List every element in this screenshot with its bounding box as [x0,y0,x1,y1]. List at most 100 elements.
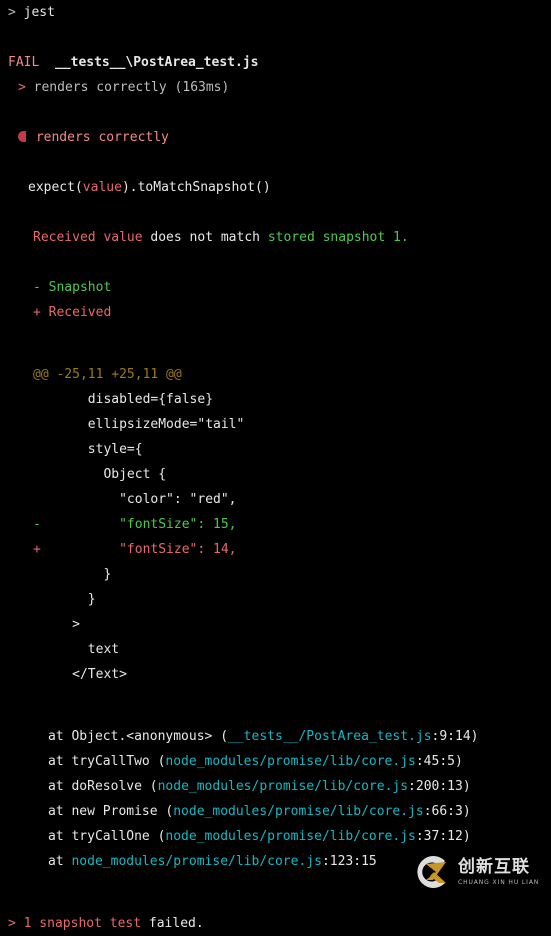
stack-function: new Promise [71,804,166,819]
stack-location: :9:14 [431,729,471,744]
assertion-line: expect(value).toMatchSnapshot() [0,175,551,200]
diff-line: } [0,587,551,612]
stack-at-keyword: at [48,854,72,869]
test-result-line: > renders correctly (163ms) [0,75,551,100]
diff-text: Object { [40,467,167,482]
diff-marker [33,417,41,432]
bullet-gap [28,130,36,145]
stack-location: :123:15 [321,854,377,869]
mismatch-middle: does not match [142,230,268,245]
summary-gap-2 [141,916,149,931]
stack-location: :66:3 [423,804,463,819]
mismatch-stored-label: stored snapshot 1. [267,230,409,245]
assertion-suffix: ).toMatchSnapshot() [121,180,271,195]
diff-marker: - [33,517,41,532]
summary-count: 1 snapshot test [23,916,142,931]
diff-line: } [0,562,551,587]
diff-text: disabled={false} [40,392,214,407]
diff-text: "fontSize": 15, [40,517,237,532]
diff-text: text [40,642,120,657]
test-arrow-icon: > [18,80,26,95]
stack-paren-open: ( [149,779,158,794]
diff-text: ellipsizeMode="tail" [40,417,245,432]
stack-paren-close: ) [455,754,463,769]
summary-arrow-icon: > [8,916,16,931]
diff-marker: + [33,542,41,557]
stack-at-keyword: at [48,829,72,844]
stack-location: :45:5 [415,754,455,769]
legend-received-marker: + [33,305,41,320]
fail-gap [39,55,55,70]
legend-snapshot-marker: - [33,280,41,295]
stack-location: :200:13 [408,779,463,794]
diff-text: "color": "red", [40,492,237,507]
stack-file-path: __tests__/PostArea_test.js [228,729,432,744]
fail-header-line: FAIL __tests__\PostArea_test.js [0,50,551,75]
bullet-icon [18,131,26,142]
diff-line: > [0,612,551,637]
diff-line: ellipsizeMode="tail" [0,412,551,437]
stack-paren-close: ) [462,804,471,819]
spacer-8b [0,899,551,911]
diff-text: "fontSize": 14, [40,542,237,557]
diff-text: } [40,592,96,607]
stack-frame: at doResolve (node_modules/promise/lib/c… [0,774,551,799]
diff-marker [33,592,41,607]
stack-function: Object.<anonymous> [71,729,221,744]
mismatch-received-label: Received value [33,230,143,245]
stack-paren-open: ( [220,729,229,744]
diff-marker [33,642,41,657]
stack-function: tryCallOne [71,829,158,844]
summary-result: failed. [148,916,204,931]
stack-frame: at new Promise (node_modules/promise/lib… [0,799,551,824]
diff-line: - "fontSize": 15, [0,512,551,537]
diff-marker [33,392,41,407]
terminal-output: > jest FAIL __tests__\PostArea_test.js >… [0,0,551,931]
stack-location: :37:12 [415,829,463,844]
diff-marker [33,442,41,457]
failed-test-heading: renders correctly [0,125,551,150]
stack-at-keyword: at [48,804,72,819]
diff-marker [33,617,41,632]
diff-text: </Text> [40,667,127,682]
stack-file-path: node_modules/promise/lib/core.js [71,854,322,869]
failed-test-name: renders correctly [35,130,169,145]
command-text: jest [23,5,55,20]
stack-at-keyword: at [48,779,72,794]
diff-marker [33,667,41,682]
diff-line: style={ [0,437,551,462]
test-gap [26,80,34,95]
diff-marker [33,467,41,482]
spacer-7b [0,712,551,724]
test-name-with-duration: renders correctly (163ms) [33,80,230,95]
diff-text: > [40,617,80,632]
diff-marker [33,492,41,507]
diff-line: disabled={false} [0,387,551,412]
stack-frame: at tryCallTwo (node_modules/promise/lib/… [0,749,551,774]
legend-gap-2 [41,305,49,320]
diff-line: "color": "red", [0,487,551,512]
summary-gap [16,916,24,931]
diff-line: text [0,637,551,662]
legend-gap-1 [41,280,49,295]
stack-at-keyword: at [48,729,72,744]
stack-file-path: node_modules/promise/lib/core.js [165,754,416,769]
diff-line: </Text> [0,662,551,687]
diff-marker [33,567,41,582]
stack-paren-close: ) [470,729,479,744]
command-line: > jest [0,0,551,25]
summary-line: > 1 snapshot test failed. [0,911,551,936]
prompt-arrow-icon: > [8,5,16,20]
legend-snapshot-label: Snapshot [48,280,112,295]
stack-frame: at Object.<anonymous> (__tests__/PostAre… [0,724,551,749]
mismatch-line: Received value does not match stored sna… [0,225,551,250]
stack-file-path: node_modules/promise/lib/core.js [165,829,416,844]
